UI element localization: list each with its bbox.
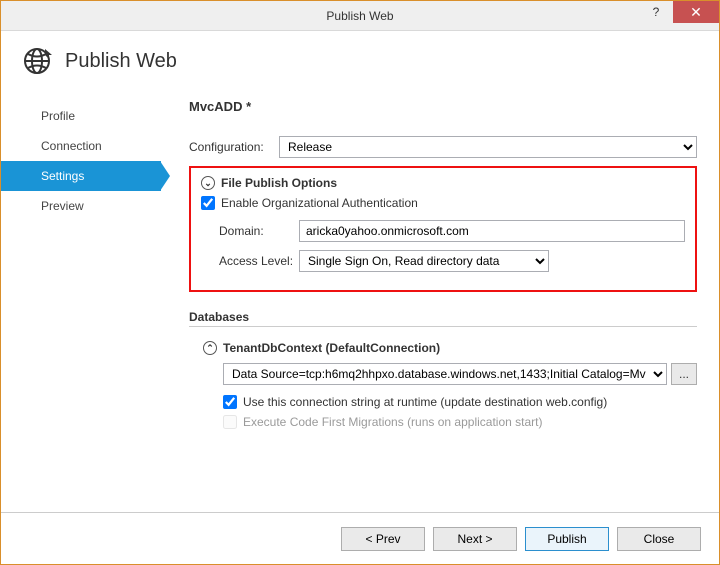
titlebar: Publish Web ? ✕	[1, 1, 719, 31]
configuration-row: Configuration: Release	[189, 136, 697, 158]
connection-string-browse-button[interactable]: ...	[671, 363, 697, 385]
exec-migrations-checkbox	[223, 415, 237, 429]
file-publish-options-title: File Publish Options	[221, 176, 337, 190]
globe-icon	[21, 45, 53, 77]
sidebar-item-label: Preview	[41, 199, 84, 213]
dialog-header: Publish Web	[1, 31, 719, 95]
sidebar: Profile Connection Settings Preview	[1, 95, 161, 512]
close-window-button[interactable]: ✕	[673, 1, 719, 23]
enable-org-auth-checkbox[interactable]	[201, 196, 215, 210]
use-conn-runtime-checkbox[interactable]	[223, 395, 237, 409]
sidebar-item-label: Connection	[41, 139, 102, 153]
access-level-row: Access Level: Single Sign On, Read direc…	[201, 250, 685, 272]
tenantdbcontext-header[interactable]: ⌃ TenantDbContext (DefaultConnection)	[203, 341, 697, 355]
dialog-title: Publish Web	[65, 50, 177, 73]
sidebar-item-label: Settings	[41, 169, 84, 183]
window-controls: ? ✕	[639, 1, 719, 23]
file-publish-options-highlight: ⌄ File Publish Options Enable Organizati…	[189, 166, 697, 292]
domain-row: Domain:	[201, 220, 685, 242]
file-publish-options-header[interactable]: ⌄ File Publish Options	[201, 176, 685, 190]
domain-input[interactable]	[299, 220, 685, 242]
publish-web-dialog: Publish Web ? ✕ Publish Web Profile Conn…	[0, 0, 720, 565]
exec-migrations-label: Execute Code First Migrations (runs on a…	[243, 415, 542, 429]
exec-migrations-row: Execute Code First Migrations (runs on a…	[223, 415, 697, 429]
enable-org-auth-label: Enable Organizational Authentication	[221, 196, 418, 210]
access-level-select[interactable]: Single Sign On, Read directory data	[299, 250, 549, 272]
database-context-block: ⌃ TenantDbContext (DefaultConnection) Da…	[189, 341, 697, 429]
dialog-body: Profile Connection Settings Preview MvcA…	[1, 95, 719, 512]
prev-button[interactable]: < Prev	[341, 527, 425, 551]
use-conn-runtime-label: Use this connection string at runtime (u…	[243, 395, 607, 409]
tenantdbcontext-title: TenantDbContext (DefaultConnection)	[223, 341, 440, 355]
project-title: MvcADD *	[189, 99, 697, 114]
databases-header: Databases	[189, 310, 697, 327]
sidebar-item-label: Profile	[41, 109, 75, 123]
window-title: Publish Web	[1, 9, 719, 23]
next-button[interactable]: Next >	[433, 527, 517, 551]
chevron-up-icon: ⌃	[203, 341, 217, 355]
help-button[interactable]: ?	[639, 1, 673, 23]
close-button[interactable]: Close	[617, 527, 701, 551]
connection-string-row: Data Source=tcp:h6mq2hhpxo.database.wind…	[223, 363, 697, 385]
chevron-down-icon: ⌄	[201, 176, 215, 190]
sidebar-item-profile[interactable]: Profile	[1, 101, 161, 131]
use-conn-runtime-row: Use this connection string at runtime (u…	[223, 395, 697, 409]
dialog-footer: < Prev Next > Publish Close	[1, 512, 719, 564]
sidebar-item-connection[interactable]: Connection	[1, 131, 161, 161]
sidebar-item-settings[interactable]: Settings	[1, 161, 161, 191]
sidebar-item-preview[interactable]: Preview	[1, 191, 161, 221]
connection-string-select[interactable]: Data Source=tcp:h6mq2hhpxo.database.wind…	[223, 363, 667, 385]
domain-label: Domain:	[219, 224, 299, 238]
access-level-label: Access Level:	[219, 254, 299, 268]
publish-button[interactable]: Publish	[525, 527, 609, 551]
configuration-label: Configuration:	[189, 140, 279, 154]
main-panel: MvcADD * Configuration: Release ⌄ File P…	[161, 95, 707, 512]
configuration-select[interactable]: Release	[279, 136, 697, 158]
enable-org-auth-row: Enable Organizational Authentication	[201, 196, 685, 210]
